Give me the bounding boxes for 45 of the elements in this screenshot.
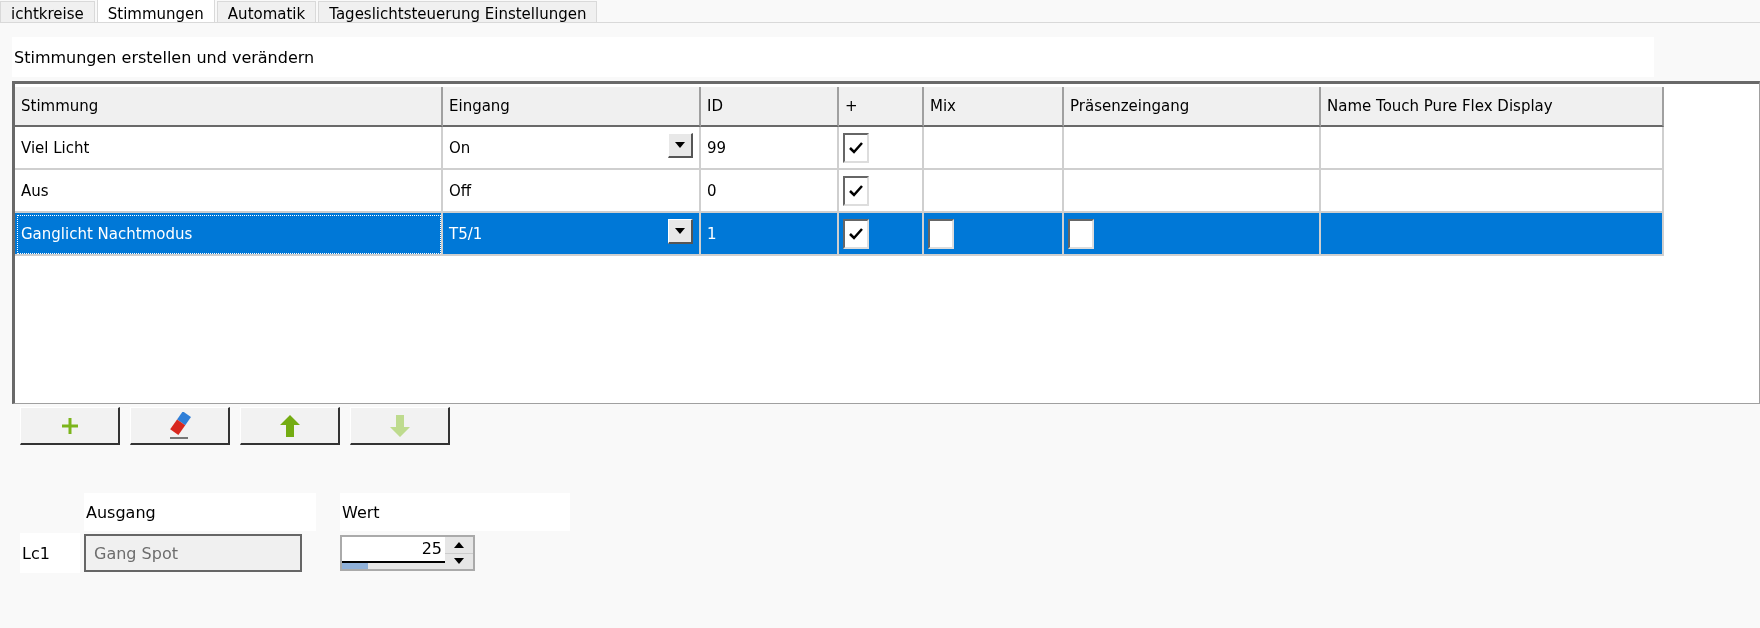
table-cell: Viel Licht [15,127,443,170]
column-header[interactable]: + [839,87,924,127]
table-cell: 99 [701,127,839,170]
table-cell: 0 [701,170,839,213]
checkmark-icon [849,140,863,155]
column-header[interactable]: Name Touch Pure Flex Display [1321,87,1664,127]
tab[interactable]: Automatik [216,1,317,22]
erase-button[interactable] [130,407,230,445]
column-header[interactable]: Eingang [443,87,701,127]
table-cell[interactable]: T5/1 [443,213,701,256]
table-cell: Aus [15,170,443,213]
column-header[interactable]: Präsenzeingang [1064,87,1321,127]
section-title: Stimmungen erstellen und verändern [12,37,1654,77]
table-cell: Ganglicht Nachtmodus [15,213,443,256]
dropdown-button[interactable] [668,133,693,158]
caret-down-icon [675,142,685,148]
column-header[interactable]: Stimmung [15,87,443,127]
caret-down-icon [454,558,464,565]
caret-up-icon [454,541,464,548]
dropdown-button[interactable] [668,219,693,244]
checkbox[interactable] [843,175,869,206]
table-cell: 1 [701,213,839,256]
checkbox[interactable] [843,218,869,249]
tab[interactable]: Tageslichtsteuerung Einstellungen [318,1,598,22]
checkbox[interactable] [928,218,954,249]
checkmark-icon [849,226,863,241]
value-spinbox[interactable]: 25 [340,535,475,571]
checkbox[interactable] [843,132,869,163]
column-label: Wert [340,493,570,531]
caret-down-icon [675,228,685,234]
eraser-icon [167,411,192,440]
tab[interactable]: Stimmungen [96,0,215,22]
row-label: Lc1 [20,533,80,573]
plus-icon [59,415,80,436]
column-header[interactable]: ID [701,87,839,127]
column-header[interactable]: Mix [924,87,1064,127]
checkmark-icon [849,183,863,198]
tab[interactable]: ichtkreise [0,1,95,22]
output-field[interactable]: Gang Spot [84,534,302,572]
table-cell[interactable]: Off [443,170,701,213]
add-button[interactable] [20,407,120,445]
move-up-button[interactable] [240,407,340,445]
table-cell[interactable]: On [443,127,701,170]
column-label: Ausgang [84,493,316,531]
checkbox[interactable] [1068,218,1094,249]
